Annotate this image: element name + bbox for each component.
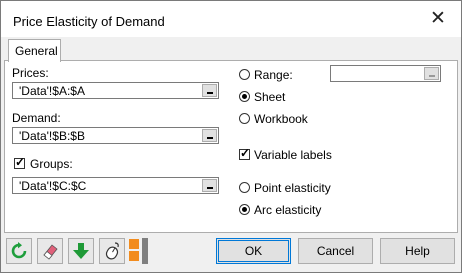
workbook-radio[interactable] [239, 113, 250, 124]
groups-checkbox[interactable]: ✓ [14, 155, 26, 169]
range-radio[interactable] [239, 69, 250, 80]
color-squares-icon [129, 238, 148, 264]
refresh-button[interactable] [6, 238, 32, 264]
eraser-icon [43, 244, 58, 260]
move-down-button[interactable] [68, 238, 94, 264]
refresh-icon [11, 242, 27, 259]
groups-label: Groups: [30, 157, 73, 171]
range-select-button[interactable] [424, 67, 439, 80]
close-icon[interactable]: ✕ [427, 8, 449, 30]
groups-input[interactable]: 'Data'!$C:$C [12, 177, 219, 194]
color-options-button[interactable] [129, 238, 155, 264]
arc-elasticity-label: Arc elasticity [254, 203, 322, 217]
mouse-icon [105, 242, 119, 260]
tab-general[interactable]: General [8, 39, 61, 62]
demand-label: Demand: [12, 111, 61, 125]
sheet-radio-dot [242, 94, 247, 99]
prices-input[interactable]: 'Data'!$A:$A [12, 82, 219, 99]
prices-label: Prices: [12, 66, 49, 80]
demand-value: 'Data'!$B:$B [19, 129, 85, 143]
range-label: Range: [254, 68, 293, 82]
title-bar: Price Elasticity of Demand ✕ [1, 1, 461, 37]
arc-elasticity-radio-dot [242, 207, 247, 212]
demand-input[interactable]: 'Data'!$B:$B [12, 127, 219, 144]
select-range-button[interactable] [99, 238, 125, 264]
down-arrow-icon [73, 243, 89, 259]
dialog-window: Price Elasticity of Demand ✕ General Pri… [0, 0, 462, 273]
groups-range-button[interactable] [202, 179, 217, 192]
prices-value: 'Data'!$A:$A [19, 84, 85, 98]
groups-check-mark: ✓ [15, 155, 26, 169]
point-elasticity-label: Point elasticity [254, 181, 331, 195]
ok-button[interactable]: OK [216, 238, 291, 264]
cancel-button[interactable]: Cancel [298, 238, 373, 264]
point-elasticity-radio[interactable] [239, 182, 250, 193]
clear-button[interactable] [37, 238, 63, 264]
prices-range-button[interactable] [202, 84, 217, 97]
help-button[interactable]: Help [380, 238, 455, 264]
variable-labels-checkbox[interactable]: ✓ [239, 146, 251, 160]
tab-general-label: General [15, 44, 58, 58]
arc-elasticity-radio[interactable] [239, 204, 250, 215]
demand-range-button[interactable] [202, 129, 217, 142]
range-input[interactable] [330, 65, 441, 82]
variable-labels-label: Variable labels [254, 148, 332, 162]
sheet-label: Sheet [254, 90, 286, 104]
general-panel: Prices: 'Data'!$A:$A Demand: 'Data'!$B:$… [4, 60, 458, 233]
variable-labels-check-mark: ✓ [240, 146, 251, 160]
sheet-radio[interactable] [239, 91, 250, 102]
workbook-label: Workbook [254, 112, 308, 126]
window-title: Price Elasticity of Demand [13, 14, 165, 29]
groups-value: 'Data'!$C:$C [19, 179, 87, 193]
